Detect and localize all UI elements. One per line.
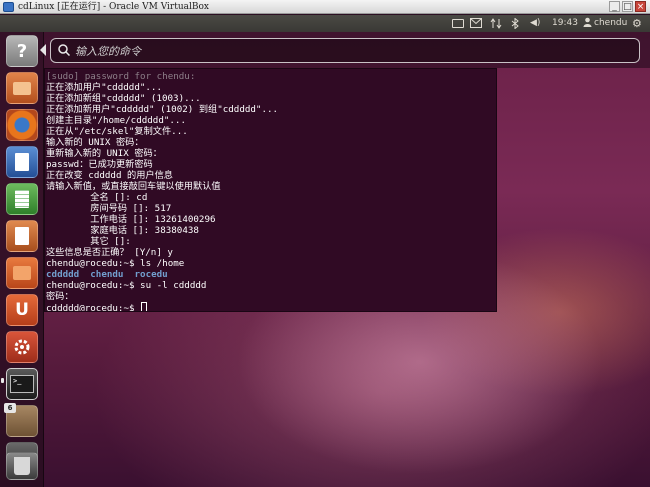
terminal-line-text: 输入新的 UNIX 密码： <box>46 137 144 148</box>
terminal-line: 家庭电话 []: 38380438 <box>46 225 496 236</box>
terminal-line: 正在从"/etc/skel"复制文件... <box>46 126 496 137</box>
terminal-line: chendu@rocedu:~$ ls /home <box>46 258 496 269</box>
search-icon <box>58 44 70 56</box>
terminal-line: 正在添加新用户"cddddd" (1002) 到组"cddddd"... <box>46 104 496 115</box>
presentation-icon <box>15 227 29 245</box>
terminal-line-text: chendu@rocedu:~$ ls /home <box>46 258 185 269</box>
system-settings-icon[interactable] <box>6 331 38 363</box>
terminal-line-text: 正在改变 cddddd 的用户信息 <box>46 170 173 181</box>
virtualbox-titlebar: cdLinux [正在运行] - Oracle VM VirtualBox _ … <box>0 0 650 14</box>
user-icon[interactable] <box>583 17 592 30</box>
software-center-icon[interactable] <box>6 257 38 289</box>
running-indicator <box>1 378 4 383</box>
terminal-line: 其它 []: <box>46 236 496 247</box>
workspace-switcher-icon[interactable]: 6 <box>4 403 38 437</box>
bluetooth-icon[interactable] <box>510 17 520 31</box>
terminal-icon[interactable]: >_ <box>6 368 38 400</box>
signal-arrows-icon <box>490 18 502 29</box>
files-icon[interactable] <box>6 72 38 104</box>
keyboard-icon[interactable] <box>452 19 464 28</box>
terminal-line-text: 重新输入新的 UNIX 密码： <box>46 148 162 159</box>
user-name[interactable]: chendu <box>594 17 627 30</box>
terminal-line-text: passwd：已成功更新密码 <box>46 159 153 170</box>
mail-icon[interactable] <box>470 18 482 28</box>
terminal-line: passwd：已成功更新密码 <box>46 159 496 170</box>
top-panel: ◀) 19:43 chendu ⚙ <box>0 15 650 32</box>
terminal-line-text: 正在添加用户"cddddd"... <box>46 82 162 93</box>
terminal-output: [sudo] password for chendu: 正在添加用户"cddddd… <box>46 71 496 312</box>
terminal-line-text: 家庭电话 []: 38380438 <box>46 225 199 236</box>
terminal-line: 输入新的 UNIX 密码： <box>46 137 496 148</box>
dash-home-icon[interactable]: ? <box>6 35 38 67</box>
terminal-line-text: 正在从"/etc/skel"复制文件... <box>46 126 188 137</box>
ubuntu-one-icon[interactable]: U <box>6 294 38 326</box>
question-mark-icon: ? <box>16 40 28 62</box>
terminal-line: 正在添加新组"cddddd" (1003)... <box>46 93 496 104</box>
spreadsheet-icon <box>15 190 29 208</box>
terminal-line-text: 创建主目录"/home/cddddd"... <box>46 115 186 126</box>
terminal-line: 密码： <box>46 291 496 302</box>
dash-search-box[interactable] <box>50 38 640 63</box>
terminal-line: cddddd@rocedu:~$ <box>46 302 496 312</box>
terminal-line-text: 请输入新值，或直接敲回车键以使用默认值 <box>46 181 221 192</box>
terminal-line: chendu@rocedu:~$ su -l cddddd <box>46 280 496 291</box>
terminal-line: 这些信息是否正确？ [Y/n] y <box>46 247 496 258</box>
terminal-line: 请输入新值，或直接敲回车键以使用默认值 <box>46 181 496 192</box>
terminal-line-text: 房间号码 []: 517 <box>46 203 172 214</box>
terminal-line: 重新输入新的 UNIX 密码： <box>46 148 496 159</box>
bluetooth-glyph-icon <box>511 17 519 30</box>
terminal-line: 全名 []: cd <box>46 192 496 203</box>
terminal-line: 房间号码 []: 517 <box>46 203 496 214</box>
terminal-line-text: 正在添加新用户"cddddd" (1002) 到组"cddddd"... <box>46 104 279 115</box>
dash-pointer-arrow-icon <box>40 44 46 56</box>
terminal-line-text: cddddd@rocedu:~$ <box>46 303 141 312</box>
clock[interactable]: 19:43 <box>552 17 578 30</box>
terminal-line-text: 密码： <box>46 291 74 302</box>
terminal-line-text: 这些信息是否正确？ [Y/n] y <box>46 247 173 258</box>
document-icon <box>15 153 29 171</box>
terminal-line: 正在改变 cddddd 的用户信息 <box>46 170 496 181</box>
terminal-window[interactable]: [sudo] password for chendu: 正在添加用户"cddddd… <box>44 68 497 312</box>
person-icon <box>583 17 592 27</box>
terminal-line: [sudo] password for chendu: <box>46 71 496 82</box>
workspace-badge: 6 <box>4 403 16 413</box>
wrench-gear-icon <box>14 339 30 355</box>
libreoffice-impress-icon[interactable] <box>6 220 38 252</box>
envelope-icon <box>470 18 482 28</box>
terminal-line-text: 正在添加新组"cddddd" (1003)... <box>46 93 201 104</box>
network-icon[interactable] <box>490 18 502 31</box>
libreoffice-calc-icon[interactable] <box>6 183 38 215</box>
terminal-cursor <box>141 302 148 311</box>
terminal-line: 创建主目录"/home/cddddd"... <box>46 115 496 126</box>
volume-icon[interactable]: ◀) <box>530 17 540 30</box>
window-title: cdLinux [正在运行] - Oracle VM VirtualBox <box>18 2 209 12</box>
terminal-line: 工作电话 []: 13261400296 <box>46 214 496 225</box>
close-button[interactable]: × <box>635 1 646 12</box>
search-input[interactable] <box>75 42 615 60</box>
terminal-line-text: 全名 []: cd <box>46 192 148 203</box>
libreoffice-writer-icon[interactable] <box>6 146 38 178</box>
gear-icon[interactable]: ⚙ <box>632 17 642 30</box>
minimize-button[interactable]: _ <box>609 1 620 12</box>
terminal-prompt-icon: >_ <box>10 375 34 393</box>
virtualbox-icon <box>3 2 14 12</box>
maximize-button[interactable]: □ <box>622 1 633 12</box>
launcher: ? U >_ 6 <box>0 32 44 487</box>
letter-u-icon: U <box>15 300 29 320</box>
terminal-line-text: [sudo] password for chendu: <box>46 71 196 82</box>
terminal-line-text: cddddd chendu rocedu <box>46 269 168 280</box>
shopping-bag-icon <box>13 266 31 280</box>
terminal-line-text: 其它 []: <box>46 236 131 247</box>
trash-can-icon <box>14 457 30 475</box>
folder-icon <box>13 81 31 95</box>
terminal-line-text: 工作电话 []: 13261400296 <box>46 214 216 225</box>
terminal-line: 正在添加用户"cddddd"... <box>46 82 496 93</box>
terminal-line-text: chendu@rocedu:~$ su -l cddddd <box>46 280 207 291</box>
terminal-line: cddddd chendu rocedu <box>46 269 496 280</box>
firefox-icon[interactable] <box>6 109 38 141</box>
trash-icon[interactable] <box>6 452 38 480</box>
